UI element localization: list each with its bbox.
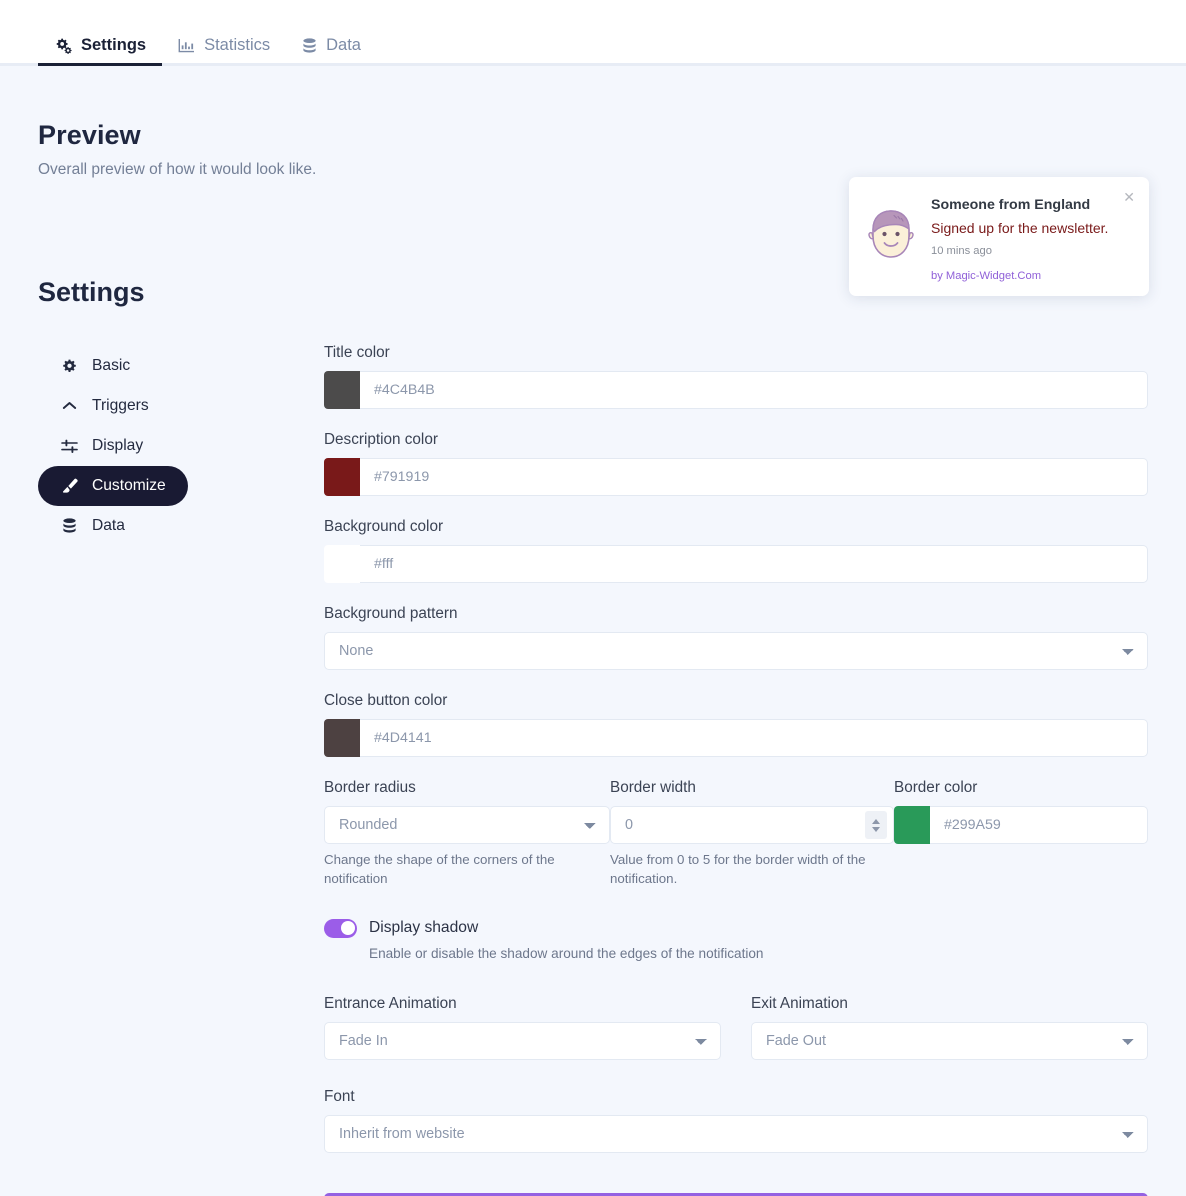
chevron-up-icon[interactable] bbox=[872, 818, 880, 824]
color-input-group bbox=[324, 719, 1148, 757]
border-width-input[interactable] bbox=[610, 806, 894, 844]
field-description-color: Description color bbox=[324, 431, 1148, 496]
notification-body: Someone from England Signed up for the n… bbox=[931, 191, 1133, 282]
settings-sidebar: Basic Triggers Display Customize Data bbox=[38, 342, 324, 546]
avatar bbox=[863, 206, 919, 262]
font-select[interactable]: Inherit from website bbox=[324, 1114, 1148, 1153]
field-label: Border radius bbox=[324, 779, 416, 796]
sidebar-item-data[interactable]: Data bbox=[38, 506, 147, 546]
tab-statistics[interactable]: Statistics bbox=[162, 36, 286, 66]
color-input-group bbox=[324, 371, 1148, 409]
border-settings-row: Border radius Rounded Change the shape o… bbox=[324, 779, 1148, 889]
sidebar-item-label: Display bbox=[92, 437, 144, 454]
tab-label: Data bbox=[326, 36, 361, 54]
top-tab-bar: Settings Statistics Data bbox=[0, 0, 1186, 66]
field-title-color: Title color bbox=[324, 344, 1148, 409]
tab-settings[interactable]: Settings bbox=[38, 36, 163, 66]
close-button-color-swatch[interactable] bbox=[324, 719, 360, 757]
field-border-color: Border color bbox=[894, 779, 1148, 889]
bar-chart-icon bbox=[178, 38, 195, 53]
color-input-group bbox=[324, 458, 1148, 496]
display-shadow-row: Display shadow bbox=[324, 918, 1148, 938]
field-exit-animation: Exit Animation Fade Out bbox=[751, 995, 1148, 1060]
notification-title: Someone from England bbox=[931, 197, 1091, 213]
border-radius-select[interactable]: Rounded bbox=[324, 806, 610, 844]
display-shadow-label: Display shadow bbox=[369, 919, 479, 937]
border-color-swatch[interactable] bbox=[894, 806, 930, 844]
field-helper: Enable or disable the shadow around the … bbox=[369, 945, 764, 961]
border-color-input[interactable] bbox=[930, 806, 1148, 844]
field-label: Border width bbox=[610, 779, 696, 796]
stepper-buttons[interactable] bbox=[865, 811, 887, 839]
background-pattern-select[interactable]: None bbox=[324, 632, 1148, 670]
field-label: Description color bbox=[324, 431, 438, 448]
description-color-input[interactable] bbox=[360, 458, 1148, 496]
tab-label: Statistics bbox=[204, 36, 271, 54]
field-helper: Change the shape of the corners of the n… bbox=[324, 852, 555, 886]
page-title: Preview bbox=[38, 120, 141, 150]
background-color-swatch[interactable] bbox=[324, 545, 360, 583]
page-content: Preview Overall preview of how it would … bbox=[0, 66, 1186, 1196]
color-input-group bbox=[894, 806, 1148, 844]
field-label: Font bbox=[324, 1087, 355, 1105]
gear-icon bbox=[60, 359, 78, 374]
database-icon bbox=[302, 37, 317, 54]
field-background-color: Background color bbox=[324, 518, 1148, 583]
sidebar-item-triggers[interactable]: Triggers bbox=[38, 386, 171, 426]
sidebar-item-basic[interactable]: Basic bbox=[38, 346, 152, 386]
field-display-shadow: Display shadow Enable or disable the sha… bbox=[324, 918, 1148, 961]
notification-brand-link[interactable]: by Magic-Widget.Com bbox=[931, 270, 1133, 282]
field-label: Border color bbox=[894, 779, 978, 796]
chevron-down-icon[interactable] bbox=[872, 826, 880, 832]
sidebar-item-label: Triggers bbox=[92, 397, 149, 414]
sidebar-item-label: Data bbox=[92, 517, 125, 534]
sidebar-item-customize[interactable]: Customize bbox=[38, 466, 188, 506]
customize-form: Title color Description color Background… bbox=[324, 342, 1148, 1196]
field-helper: Value from 0 to 5 for the border width o… bbox=[610, 852, 866, 886]
field-label: Title color bbox=[324, 344, 390, 361]
tab-data[interactable]: Data bbox=[286, 36, 377, 66]
field-border-width: Border width Value from 0 to 5 for the b… bbox=[610, 779, 894, 889]
field-label: Background color bbox=[324, 518, 444, 535]
toggle-knob bbox=[340, 921, 355, 936]
tab-label: Settings bbox=[81, 36, 147, 54]
field-entrance-animation: Entrance Animation Fade In bbox=[324, 995, 721, 1060]
field-label: Exit Animation bbox=[751, 994, 848, 1012]
gears-icon bbox=[54, 38, 72, 54]
field-label: Close button color bbox=[324, 692, 448, 709]
field-border-radius: Border radius Rounded Change the shape o… bbox=[324, 779, 610, 889]
field-close-button-color: Close button color bbox=[324, 692, 1148, 757]
close-icon[interactable]: ✕ bbox=[1121, 188, 1137, 206]
exit-animation-select[interactable]: Fade Out bbox=[751, 1021, 1148, 1060]
title-color-input[interactable] bbox=[360, 371, 1148, 409]
border-width-stepper bbox=[610, 806, 894, 844]
field-label: Background pattern bbox=[324, 605, 458, 622]
field-font: Font Inherit from website bbox=[324, 1088, 1148, 1153]
background-color-input[interactable] bbox=[360, 545, 1148, 583]
sidebar-item-display[interactable]: Display bbox=[38, 426, 165, 466]
sidebar-item-label: Customize bbox=[92, 477, 166, 494]
entrance-animation-select[interactable]: Fade In bbox=[324, 1021, 721, 1060]
preview-section: Preview Overall preview of how it would … bbox=[38, 66, 1148, 179]
notification-preview-card: Someone from England Signed up for the n… bbox=[849, 177, 1149, 296]
display-shadow-toggle[interactable] bbox=[324, 918, 357, 938]
notification-description: Signed up for the newsletter. bbox=[931, 220, 1109, 236]
field-background-pattern: Background pattern None bbox=[324, 605, 1148, 670]
title-color-swatch[interactable] bbox=[324, 371, 360, 409]
database-icon bbox=[60, 518, 78, 534]
notification-timestamp: 10 mins ago bbox=[931, 245, 992, 257]
chevron-up-icon bbox=[60, 401, 78, 411]
paintbrush-icon bbox=[60, 478, 78, 494]
color-input-group bbox=[324, 545, 1148, 583]
field-label: Entrance Animation bbox=[324, 994, 457, 1012]
sliders-icon bbox=[60, 439, 78, 454]
description-color-swatch[interactable] bbox=[324, 458, 360, 496]
close-button-color-input[interactable] bbox=[360, 719, 1148, 757]
settings-layout: Basic Triggers Display Customize Data Ti… bbox=[38, 342, 1148, 1196]
sidebar-item-label: Basic bbox=[92, 357, 131, 374]
animation-row: Entrance Animation Fade In Exit Animatio… bbox=[324, 995, 1148, 1060]
